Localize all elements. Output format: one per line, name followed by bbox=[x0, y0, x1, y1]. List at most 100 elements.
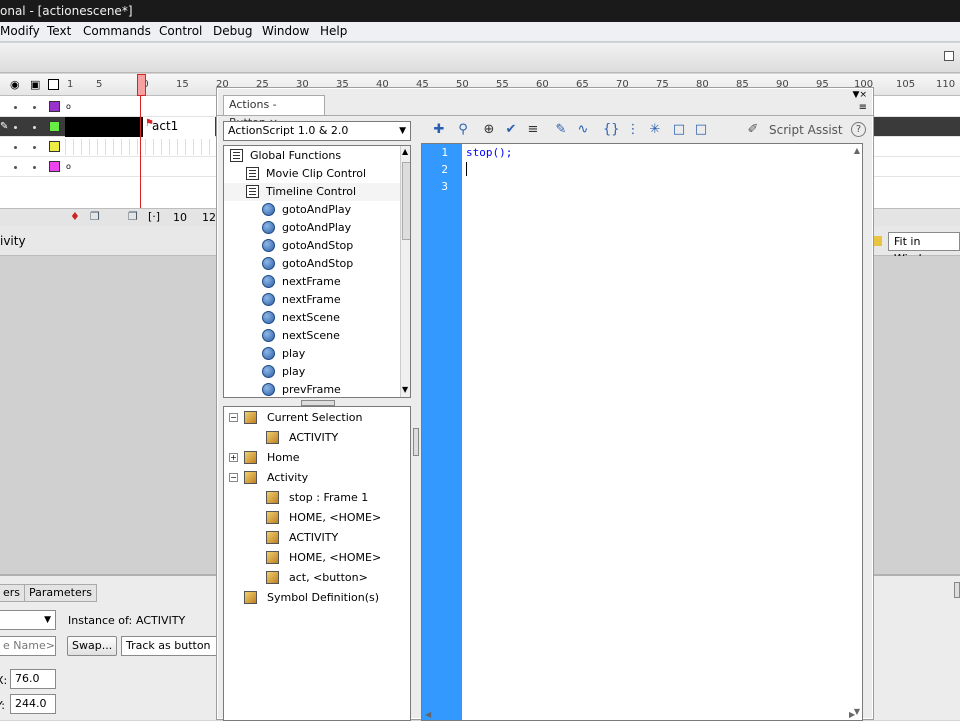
toolbox-item[interactable]: gotoAndStop bbox=[224, 237, 400, 255]
panel-grip[interactable] bbox=[954, 582, 960, 598]
code-line[interactable]: stop(); bbox=[466, 146, 512, 159]
toolbox-item[interactable]: play bbox=[224, 363, 400, 381]
scene-label[interactable]: ivity bbox=[0, 234, 26, 248]
toolbox-item[interactable]: Global Functions bbox=[224, 147, 400, 165]
instance-name-field[interactable]: e Name> bbox=[0, 636, 56, 656]
eye-icon[interactable]: ◉ bbox=[10, 78, 20, 91]
auto-format-icon[interactable]: ≡ bbox=[525, 122, 541, 138]
navigator-item[interactable]: ACTIVITY bbox=[224, 429, 410, 447]
collapse-icon[interactable]: ▼× bbox=[853, 90, 867, 100]
check-syntax-icon[interactable]: ✔ bbox=[503, 122, 519, 138]
lock-icon[interactable]: ▣ bbox=[30, 78, 40, 91]
collapse-between-braces-icon[interactable]: {} bbox=[603, 122, 620, 138]
script-editor[interactable]: 1 2 3 stop(); ▼ ▲ bbox=[421, 143, 863, 721]
lock-dot[interactable] bbox=[33, 126, 36, 129]
track-as-select[interactable]: Track as button bbox=[121, 636, 217, 656]
navigator-item[interactable]: − Activity bbox=[224, 469, 410, 487]
modify-markers-icon[interactable]: [·] bbox=[148, 210, 160, 223]
lock-dot[interactable] bbox=[33, 106, 36, 109]
language-select[interactable]: ActionScript 1.0 & 2.0 ▼ bbox=[223, 121, 411, 141]
expand-icon[interactable]: + bbox=[229, 453, 238, 462]
toolbox-item[interactable]: Movie Clip Control bbox=[224, 165, 400, 183]
menu-help[interactable]: Help bbox=[320, 24, 347, 38]
expand-all-icon[interactable]: ✳ bbox=[647, 122, 663, 138]
navigator-item[interactable]: stop : Frame 1 bbox=[224, 489, 410, 507]
panel-menu-icon[interactable]: ≡ bbox=[859, 102, 867, 113]
layer-color-swatch[interactable] bbox=[49, 101, 60, 112]
scroll-right-icon[interactable]: ▶ bbox=[849, 710, 855, 719]
vertical-splitter[interactable] bbox=[413, 428, 419, 456]
x-field[interactable]: 76.0 bbox=[10, 669, 56, 689]
toolbox-item[interactable]: gotoAndStop bbox=[224, 255, 400, 273]
toolbox-item[interactable]: nextScene bbox=[224, 309, 400, 327]
visibility-dot[interactable] bbox=[14, 106, 17, 109]
toolbox-item[interactable]: nextFrame bbox=[224, 273, 400, 291]
layer-color-swatch[interactable] bbox=[49, 121, 60, 132]
menu-control[interactable]: Control bbox=[159, 24, 202, 38]
restore-icon[interactable] bbox=[944, 51, 954, 61]
toolbox-item[interactable]: prevFrame bbox=[224, 381, 400, 397]
toolbox-item[interactable]: play bbox=[224, 345, 400, 363]
frame-span-selected[interactable] bbox=[65, 117, 143, 137]
menu-commands[interactable]: Commands bbox=[83, 24, 151, 38]
apply-block-comment-icon[interactable]: □ bbox=[671, 122, 687, 138]
navigator-item[interactable]: + Home bbox=[224, 449, 410, 467]
code-hint-icon[interactable]: ✎ bbox=[553, 122, 569, 138]
edit-multiple-icon[interactable]: ❐ bbox=[128, 210, 138, 223]
collapse-selection-icon[interactable]: ⋮ bbox=[625, 122, 641, 138]
scroll-up-icon[interactable]: ▲ bbox=[402, 147, 408, 156]
toolbox-item[interactable]: Timeline Control bbox=[224, 183, 400, 201]
target-path-icon[interactable]: ⊕ bbox=[481, 122, 497, 138]
actions-panel: Actions - Button× ▼× ≡ ✚ ⚲ ⊕ ✔ ≡ ✎ ∿ {} … bbox=[216, 87, 874, 721]
toolbox-item[interactable]: gotoAndPlay bbox=[224, 201, 400, 219]
menu-window[interactable]: Window bbox=[262, 24, 309, 38]
navigator-item[interactable]: HOME, <HOME> bbox=[224, 549, 410, 567]
toolbox-item[interactable]: nextScene bbox=[224, 327, 400, 345]
navigator-item[interactable]: − Current Selection bbox=[224, 409, 410, 427]
visibility-dot[interactable] bbox=[14, 126, 17, 129]
lock-dot[interactable] bbox=[33, 166, 36, 169]
action-circle-icon bbox=[262, 365, 275, 378]
scroll-thumb[interactable] bbox=[402, 162, 410, 240]
navigator-item[interactable]: act, <button> bbox=[224, 569, 410, 587]
collapse-icon[interactable]: − bbox=[229, 473, 238, 482]
script-assist-icon[interactable]: ✐ bbox=[745, 122, 761, 138]
visibility-dot[interactable] bbox=[14, 166, 17, 169]
navigator-item[interactable]: ACTIVITY bbox=[224, 529, 410, 547]
visibility-dot[interactable] bbox=[14, 146, 17, 149]
collapse-icon[interactable]: − bbox=[229, 413, 238, 422]
add-statement-icon[interactable]: ✚ bbox=[431, 122, 447, 138]
apply-line-comment-icon[interactable]: □ bbox=[693, 122, 709, 138]
swap-button[interactable]: Swap... bbox=[67, 636, 118, 656]
scroll-left-icon[interactable]: ◀ bbox=[425, 710, 431, 719]
toolbox-scrollbar[interactable]: ▲ ▼ bbox=[400, 146, 410, 397]
layer-color-swatch[interactable] bbox=[49, 141, 60, 152]
symbol-type-select[interactable]: ▼ bbox=[0, 610, 56, 630]
tab-parameters[interactable]: Parameters bbox=[24, 584, 97, 602]
menu-debug[interactable]: Debug bbox=[213, 24, 252, 38]
toolbox-item[interactable]: gotoAndPlay bbox=[224, 219, 400, 237]
actions-tab[interactable]: Actions - Button× bbox=[223, 95, 325, 129]
menu-modify[interactable]: Modify bbox=[0, 24, 40, 38]
action-circle-icon bbox=[262, 311, 275, 324]
help-icon[interactable]: ? bbox=[851, 122, 866, 137]
find-icon[interactable]: ⚲ bbox=[455, 122, 471, 138]
layer-color-swatch[interactable] bbox=[49, 161, 60, 172]
scroll-down-icon[interactable]: ▼ bbox=[402, 385, 408, 394]
tab-filters[interactable]: ers bbox=[0, 584, 26, 602]
navigator-item[interactable]: Symbol Definition(s) bbox=[224, 589, 410, 607]
outline-icon[interactable] bbox=[48, 79, 59, 90]
debug-options-icon[interactable]: ∿ bbox=[575, 122, 591, 138]
zoom-select[interactable]: Fit in Window bbox=[888, 232, 960, 265]
lock-dot[interactable] bbox=[33, 146, 36, 149]
y-field[interactable]: 244.0 bbox=[10, 694, 56, 714]
onion-skin-icon[interactable]: ❐ bbox=[90, 210, 100, 223]
script-assist-label[interactable]: Script Assist bbox=[769, 123, 843, 137]
toolbox-item[interactable]: nextFrame bbox=[224, 291, 400, 309]
ruler-label: 110 bbox=[936, 79, 956, 90]
center-frame-icon[interactable]: ♦ bbox=[70, 210, 80, 223]
scroll-up-icon[interactable]: ▲ bbox=[854, 146, 860, 155]
navigator-item[interactable]: HOME, <HOME> bbox=[224, 509, 410, 527]
playhead[interactable] bbox=[137, 74, 146, 96]
menu-text[interactable]: Text bbox=[47, 24, 71, 38]
